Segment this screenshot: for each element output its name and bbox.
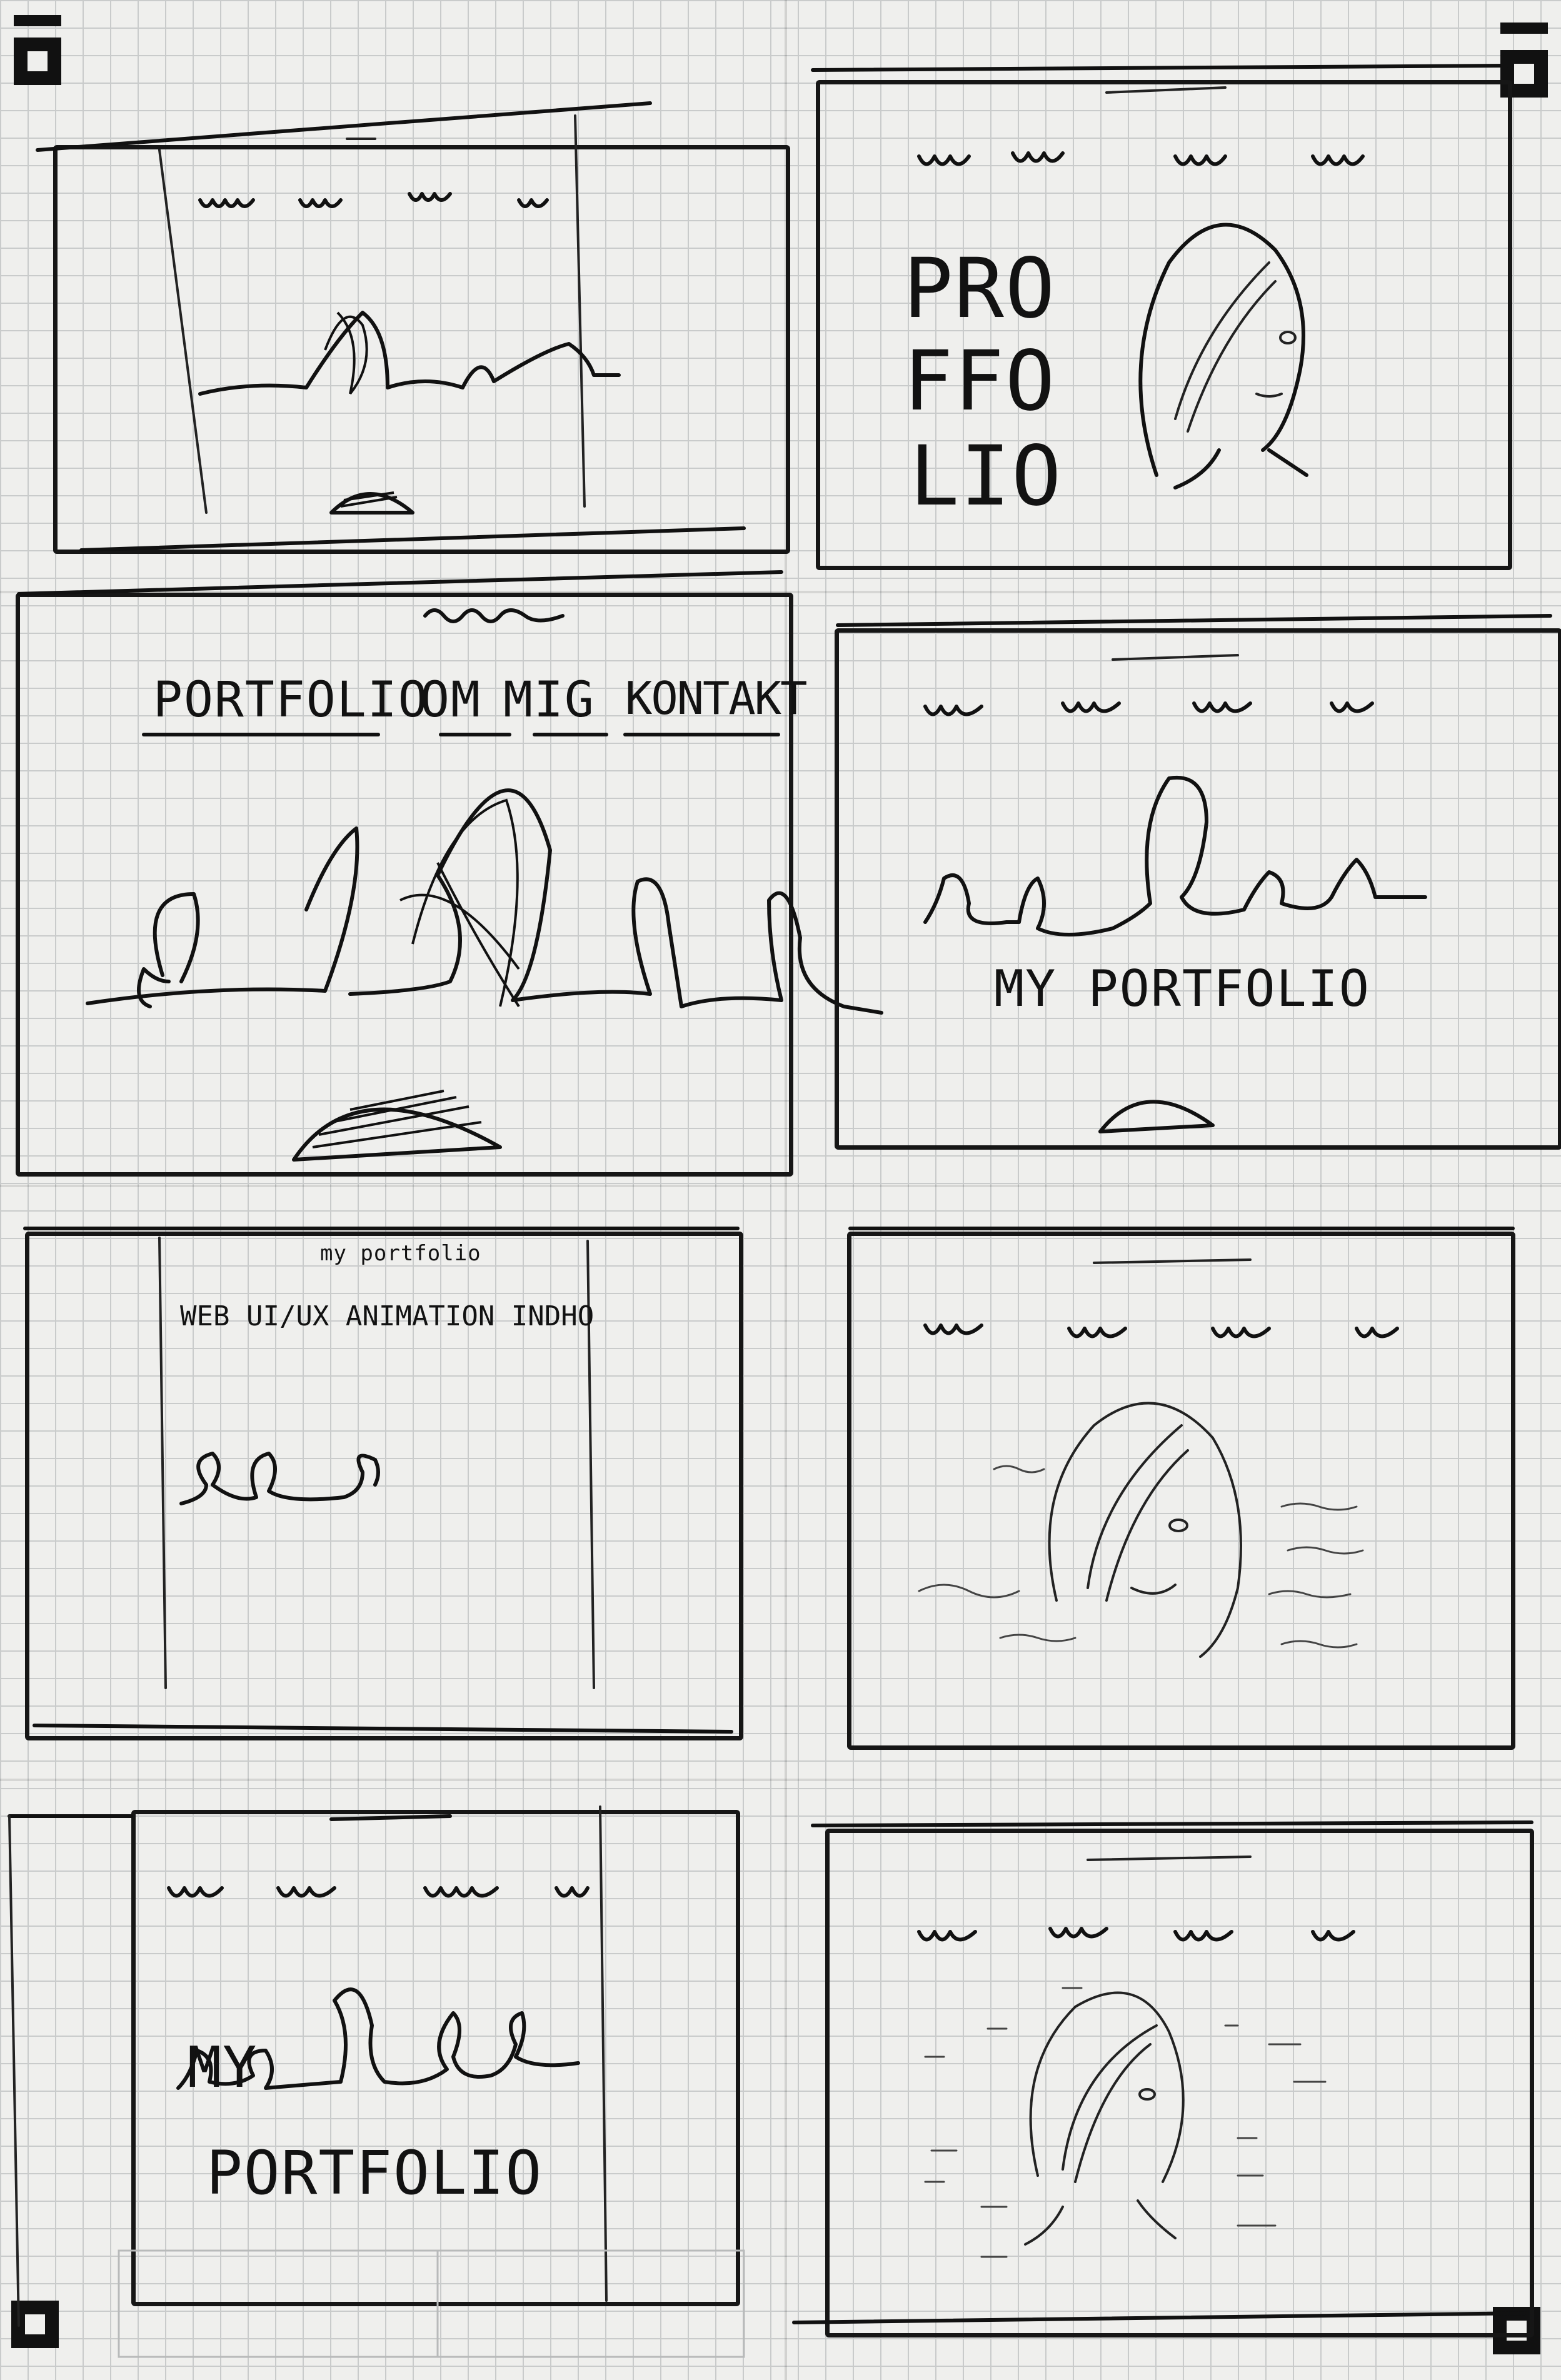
wireframe-sketch-8-drawing: [792, 1820, 1533, 2324]
sketch-sheet: PRO FFO LIO PORTFOLIO OM MIG KONTAKT MY …: [0, 0, 1561, 2380]
person-portrait-icon: [1024, 1991, 1185, 2246]
